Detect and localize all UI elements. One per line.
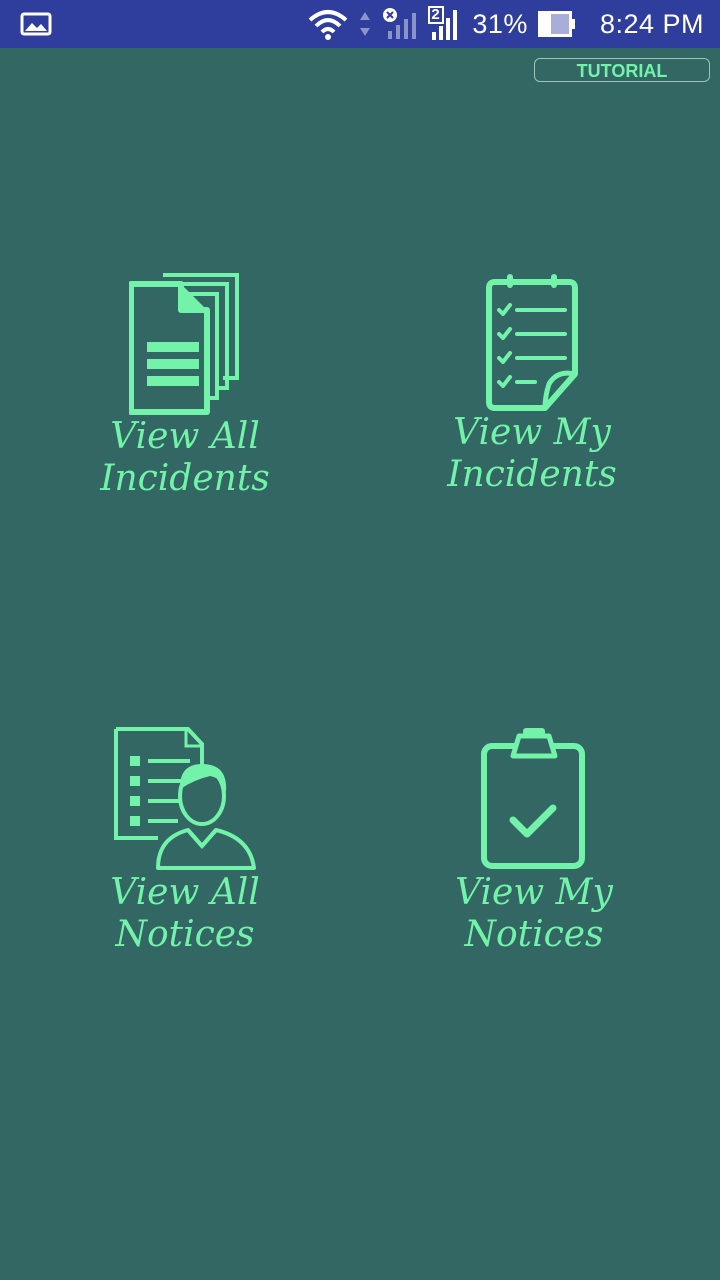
signal-icon: 2 [428, 6, 462, 42]
status-bar: 2 31% 8:24 PM [0, 0, 720, 48]
view-all-incidents-label-line1: View All [110, 416, 260, 457]
view-my-notices-label: View My Notices [455, 872, 613, 955]
view-my-incidents-label-line2: Incidents [447, 454, 617, 495]
data-arrows-icon [360, 12, 371, 36]
tutorial-button[interactable]: TUTORIAL [534, 58, 710, 82]
gallery-icon [20, 12, 52, 36]
view-all-incidents-tile[interactable]: View All Incidents [85, 270, 285, 500]
view-my-incidents-tile[interactable]: View My Incidents [432, 274, 632, 496]
battery-icon [537, 11, 575, 37]
checklist-icon [486, 274, 578, 411]
view-all-notices-tile[interactable]: View All Notices [40, 726, 330, 956]
clipboard-check-icon [481, 728, 585, 869]
view-my-incidents-label-line1: View My [453, 412, 611, 453]
status-icons: 2 31% 8:24 PM [308, 0, 704, 48]
user-document-icon [114, 727, 256, 870]
view-my-notices-tile[interactable]: View My Notices [384, 726, 684, 956]
wifi-icon [309, 10, 348, 40]
clock: 8:24 PM [599, 8, 704, 39]
documents-stack-icon [129, 273, 239, 415]
main-screen: TUTORIAL View All Incidents View My Inci… [0, 48, 720, 1280]
view-all-incidents-label-line2: Incidents [100, 458, 270, 499]
signal-off-icon [383, 8, 417, 39]
battery-percentage: 31% [472, 8, 528, 39]
view-all-notices-label: View All Notices [110, 872, 260, 955]
sim-number: 2 [431, 6, 440, 23]
